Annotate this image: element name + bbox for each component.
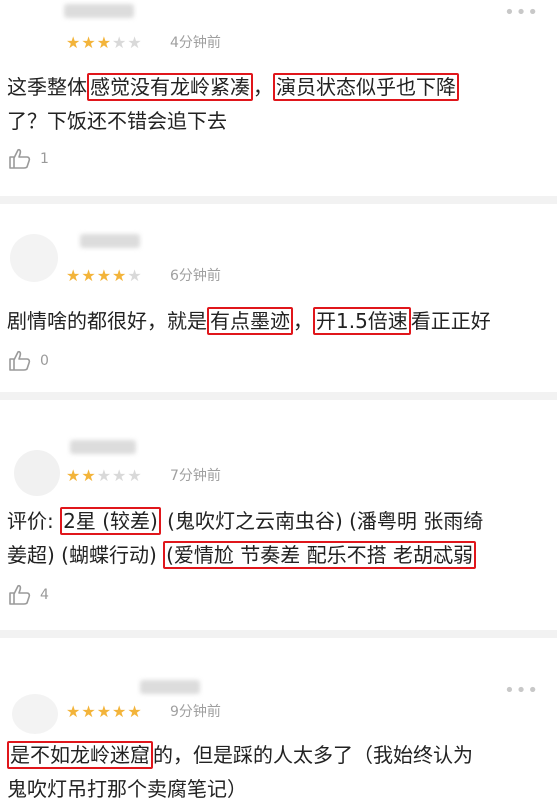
avatar	[14, 450, 60, 496]
highlight-box: 2星 (较差)	[60, 507, 161, 535]
avatar	[10, 234, 58, 282]
highlight-box: 是不如龙岭迷窟	[7, 741, 153, 769]
review-text: 是不如龙岭迷窟 的，但是踩的人太多了（我始终认为 鬼吹灯吊打那个卖腐笔记）	[7, 741, 473, 801]
thumbs-up-icon	[9, 350, 31, 371]
review-time: 9分钟前	[170, 704, 221, 720]
divider	[0, 196, 557, 204]
review-item-3: ★★★★★ 7分钟前 评价: 2星 (较差) (鬼吹灯之云南虫谷) (潘粤明 张…	[0, 400, 557, 630]
like-count: 1	[40, 151, 49, 167]
star-rating: ★★★★★	[66, 33, 143, 52]
highlight-box: (爱情尬 节奏差 配乐不搭 老胡忒弱	[163, 541, 476, 569]
review-text: 评价: 2星 (较差) (鬼吹灯之云南虫谷) (潘粤明 张雨绮 姜超) (蝴蝶行…	[7, 507, 484, 569]
divider	[0, 630, 557, 638]
star-rating: ★★★★★	[66, 702, 143, 721]
more-dots-icon[interactable]: •••	[504, 2, 539, 23]
more-dots-icon[interactable]: •••	[504, 680, 539, 701]
username-blurred	[64, 4, 134, 18]
like-button[interactable]: 0	[8, 350, 49, 372]
divider	[0, 392, 557, 400]
review-time: 6分钟前	[170, 268, 221, 284]
like-count: 4	[40, 587, 49, 603]
thumbs-up-icon	[9, 584, 31, 605]
highlight-box: 感觉没有龙岭紧凑	[87, 73, 253, 101]
review-time: 7分钟前	[170, 468, 221, 484]
avatar	[12, 694, 58, 734]
review-text: 这季整体 感觉没有龙岭紧凑，演员状态似乎也下降 了？下饭还不错会追下去	[7, 70, 555, 138]
like-count: 0	[40, 353, 49, 369]
username-blurred	[80, 234, 140, 248]
like-button[interactable]: 1	[8, 148, 49, 170]
thumbs-up-icon	[9, 148, 31, 169]
review-item-2: ★★★★★ 6分钟前 剧情啥的都很好，就是 有点墨迹，开1.5倍速 看正正好 0	[0, 204, 557, 394]
username-blurred	[140, 680, 200, 694]
star-rating: ★★★★★	[66, 466, 143, 485]
highlight-box: 演员状态似乎也下降	[273, 73, 459, 101]
review-text: 剧情啥的都很好，就是 有点墨迹，开1.5倍速 看正正好	[7, 307, 491, 335]
star-rating: ★★★★★	[66, 266, 143, 285]
review-time: 4分钟前	[170, 35, 221, 51]
username-blurred	[70, 440, 136, 454]
review-item-4: ••• ★★★★★ 9分钟前 是不如龙岭迷窟 的，但是踩的人太多了（我始终认为 鬼…	[0, 638, 557, 805]
highlight-box: 开1.5倍速	[313, 307, 411, 335]
review-item-1: ••• ★★★★★ 4分钟前 这季整体 感觉没有龙岭紧凑，演员状态似乎也下降 了？…	[0, 0, 557, 198]
highlight-box: 有点墨迹	[207, 307, 293, 335]
like-button[interactable]: 4	[8, 584, 49, 606]
